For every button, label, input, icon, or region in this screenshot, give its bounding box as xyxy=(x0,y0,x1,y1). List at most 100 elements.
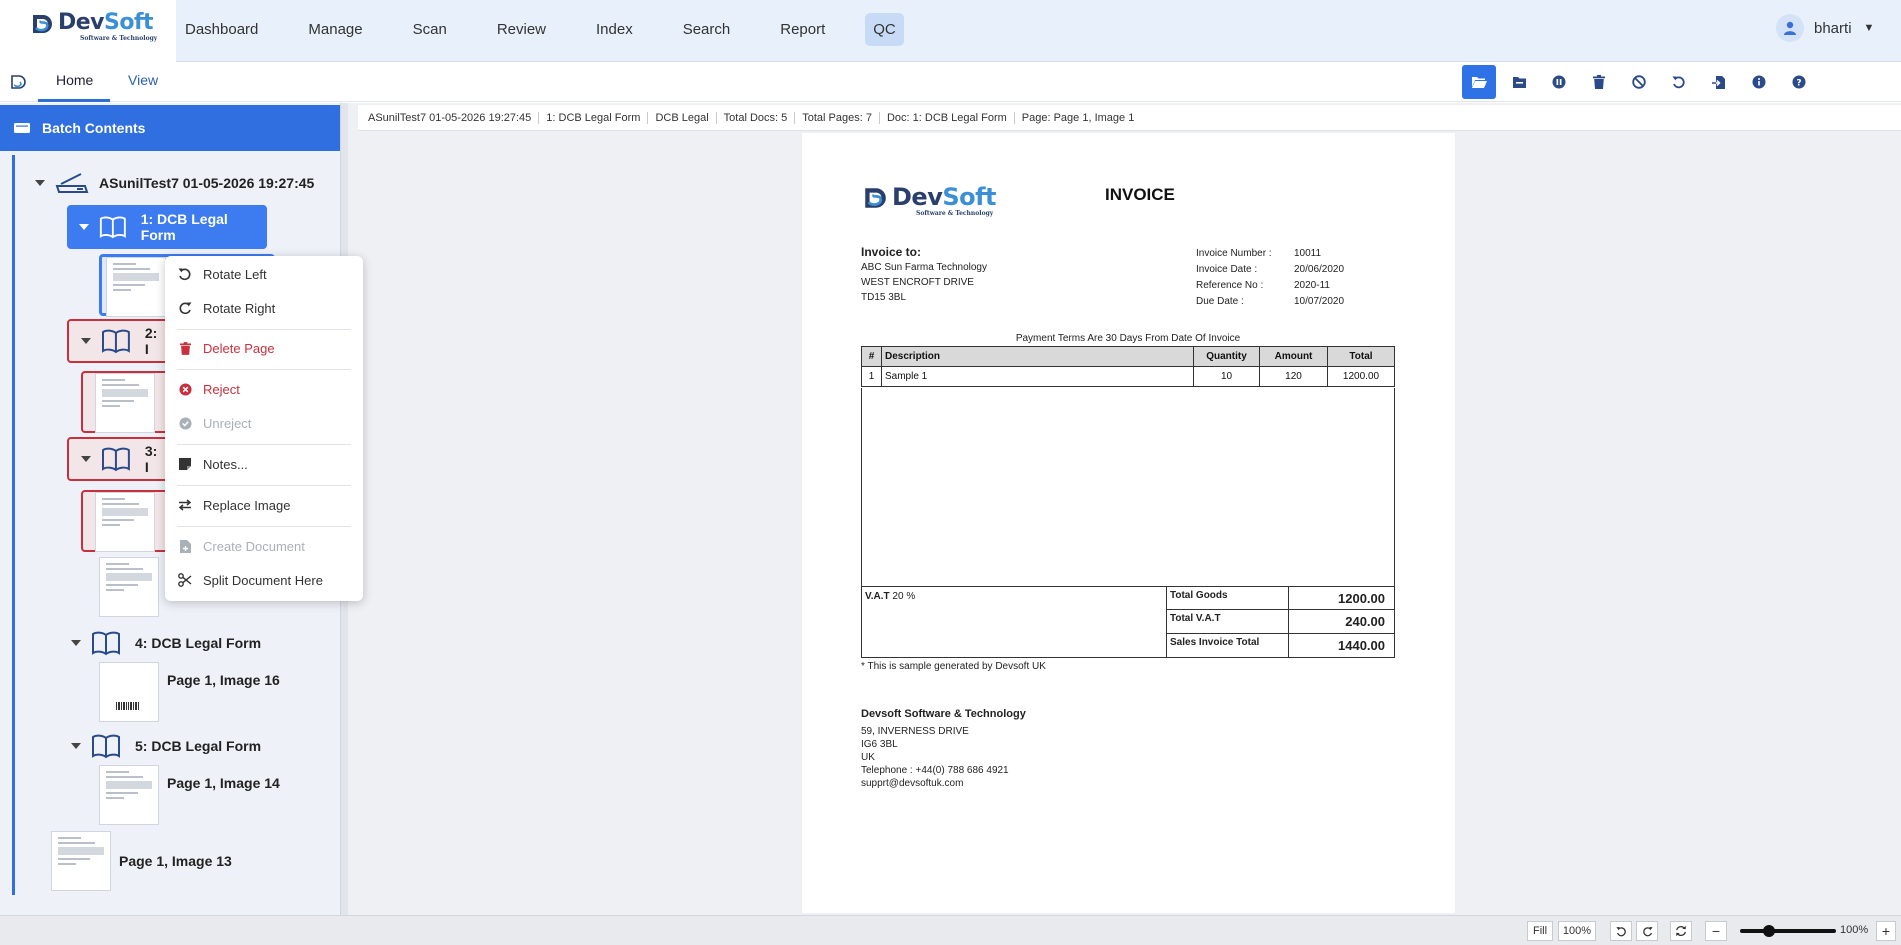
nav-scan[interactable]: Scan xyxy=(403,13,457,46)
chevron-down-icon: ▼ xyxy=(1863,22,1875,34)
payment-terms: Payment Terms Are 30 Days From Date Of I… xyxy=(1015,333,1241,344)
menu-create-document[interactable]: Create Document xyxy=(177,538,305,554)
menu-create-document-label: Create Document xyxy=(203,538,305,554)
nav-review[interactable]: Review xyxy=(487,13,556,46)
batch-root-label: ASunilTest7 01-05-2026 19:27:45 xyxy=(99,175,315,191)
zoom-in-button[interactable]: + xyxy=(1876,921,1896,941)
nav-qc[interactable]: QC xyxy=(865,12,904,46)
reject-button[interactable] xyxy=(1622,65,1656,99)
invoice-bill-to: Invoice to: ABC Sun Farma Technology WES… xyxy=(861,245,987,305)
tree-page-5-label[interactable]: Page 1, Image 14 xyxy=(167,774,280,792)
tree-page-3b[interactable] xyxy=(99,557,159,617)
menu-delete-page[interactable]: Delete Page xyxy=(177,340,275,356)
company-line: IG6 3BL xyxy=(861,739,898,750)
tree-page-2[interactable] xyxy=(81,371,177,433)
menu-rotate-right[interactable]: Rotate Right xyxy=(177,300,275,316)
folder-open-icon xyxy=(1472,77,1487,88)
company-address: Devsoft Software & Technology 59, INVERN… xyxy=(861,708,1026,790)
zoom-100-button[interactable]: 100% xyxy=(1558,921,1596,941)
fit-fill-button[interactable]: Fill xyxy=(1527,921,1553,941)
tree-doc-4[interactable]: 4: DCB Legal Form xyxy=(71,625,261,661)
meta-value: 10/07/2020 xyxy=(1294,295,1345,307)
rotate-left-icon xyxy=(1615,926,1626,936)
tree-doc-1[interactable]: 1: DCB Legal Form xyxy=(67,205,267,249)
menu-delete-page-label: Delete Page xyxy=(203,340,275,356)
meta-key: Invoice Date : xyxy=(1196,263,1258,275)
book-icon xyxy=(92,734,120,759)
menu-rotate-left[interactable]: Rotate Left xyxy=(177,266,267,282)
nav-report[interactable]: Report xyxy=(770,13,835,46)
breadcrumb-current-page: Page: Page 1, Image 1 xyxy=(1021,111,1135,124)
invoice-items-table: # Description Quantity Amount Total 1 Sa… xyxy=(861,346,1395,387)
devsoft-logo-icon xyxy=(865,188,886,208)
tree-doc-5[interactable]: 5: DCB Legal Form xyxy=(71,728,261,764)
bill-to-line: WEST ENCROFT DRIVE xyxy=(861,277,974,288)
user-avatar-icon xyxy=(1776,14,1804,42)
tab-home[interactable]: Home xyxy=(56,72,93,88)
menu-separator xyxy=(177,444,351,445)
total-goods-value: 1200.00 xyxy=(1338,591,1385,606)
svg-text:?: ? xyxy=(1796,79,1801,89)
menu-split-document[interactable]: Split Document Here xyxy=(177,572,323,588)
logo-word-dev: Dev xyxy=(58,10,105,35)
loose-page-label[interactable]: Page 1, Image 13 xyxy=(119,852,232,870)
rotate-left-button[interactable] xyxy=(1610,921,1632,941)
tab-view[interactable]: View xyxy=(128,72,158,88)
zoom-slider-track[interactable] xyxy=(1740,929,1836,933)
batch-icon xyxy=(14,123,30,133)
tree-page-4-label[interactable]: Page 1, Image 16 xyxy=(167,671,280,689)
invoice-page-image[interactable]: DevSoft Software & Technology INVOICE In… xyxy=(802,133,1455,913)
menu-separator xyxy=(177,369,351,370)
tree-doc-3[interactable]: 3: I xyxy=(67,437,177,481)
menu-reject[interactable]: Reject xyxy=(177,381,240,397)
zoom-slider-handle[interactable] xyxy=(1762,925,1775,937)
batch-root-node[interactable]: ASunilTest7 01-05-2026 19:27:45 xyxy=(35,165,314,201)
menu-replace-image[interactable]: Replace Image xyxy=(177,497,290,513)
document-viewer: ASunilTest7 01-05-2026 19:27:45 1: DCB L… xyxy=(348,103,1901,915)
refresh-button[interactable] xyxy=(1670,921,1692,941)
import-icon xyxy=(1712,75,1725,89)
info-button[interactable] xyxy=(1742,65,1776,99)
delete-button[interactable] xyxy=(1582,65,1616,99)
tree-page-3a[interactable] xyxy=(81,490,177,552)
nav-index[interactable]: Index xyxy=(586,13,643,46)
loose-page-thumb[interactable] xyxy=(51,831,111,891)
pause-button[interactable] xyxy=(1542,65,1576,99)
col-total: Total xyxy=(1327,346,1395,367)
meta-value: 20/06/2020 xyxy=(1294,263,1345,275)
tree-doc-4-label: 4: DCB Legal Form xyxy=(135,635,262,651)
sales-invoice-total-label: Sales Invoice Total xyxy=(1167,633,1289,657)
rotate-left-icon xyxy=(178,268,191,281)
nav-search[interactable]: Search xyxy=(673,13,741,46)
import-button[interactable] xyxy=(1702,65,1736,99)
caret-down-icon xyxy=(35,180,45,186)
tree-doc-5-label: 5: DCB Legal Form xyxy=(135,738,262,754)
open-folder-button[interactable] xyxy=(1462,65,1496,99)
meta-key: Reference No : xyxy=(1196,279,1264,291)
undo-button[interactable] xyxy=(1662,65,1696,99)
user-menu[interactable]: bharti ▼ xyxy=(1776,14,1874,42)
tree-page-4-thumb[interactable] xyxy=(99,662,159,722)
help-button[interactable]: ? xyxy=(1782,65,1816,99)
ribbon-tab-bar: Home View ? xyxy=(0,62,1901,102)
tree-page-5-thumb[interactable] xyxy=(99,765,159,825)
menu-notes[interactable]: Notes... xyxy=(177,456,248,472)
folder-button[interactable] xyxy=(1502,65,1536,99)
logo-container: DevSoft Software & Technology xyxy=(0,0,176,62)
tree-doc-2[interactable]: 2: I xyxy=(67,319,177,363)
devsoft-logo[interactable]: DevSoft Software & Technology xyxy=(30,12,157,42)
bill-to-line: ABC Sun Farma Technology xyxy=(861,262,987,273)
devsoft-logo-icon xyxy=(33,15,52,33)
tree-doc-3-label: 3: I xyxy=(144,443,158,475)
nav-dashboard[interactable]: Dashboard xyxy=(175,13,268,46)
menu-unreject[interactable]: Unreject xyxy=(177,415,251,431)
nav-manage[interactable]: Manage xyxy=(298,13,372,46)
company-line: Telephone : +44(0) 788 686 4921 xyxy=(861,765,1009,776)
rotate-right-button[interactable] xyxy=(1636,921,1658,941)
page-context-menu: Rotate Left Rotate Right Delete Page Rej… xyxy=(165,256,363,601)
totals-grid: Total Goods 1200.00 Total V.A.T 240.00 Sal… xyxy=(1166,587,1395,657)
rotate-right-icon xyxy=(179,302,192,315)
col-number: # xyxy=(861,346,882,367)
app-menu-icon[interactable] xyxy=(10,74,26,90)
zoom-out-button[interactable]: − xyxy=(1705,921,1727,941)
